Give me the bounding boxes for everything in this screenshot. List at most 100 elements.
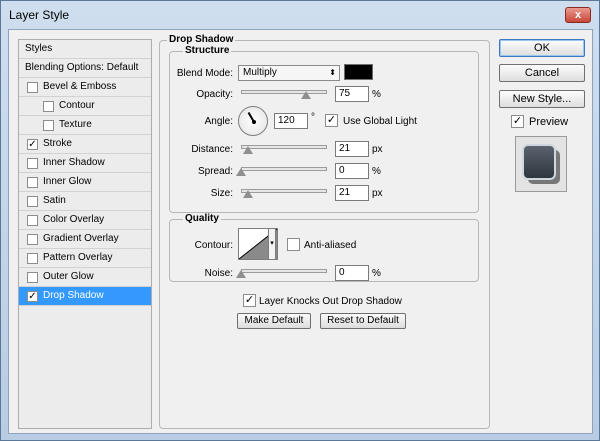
- styles-header[interactable]: Styles: [19, 40, 151, 59]
- contour-dropdown-arrow[interactable]: ▾: [268, 228, 276, 260]
- blending-options-item[interactable]: Blending Options: Default: [19, 59, 151, 78]
- style-item-label: Inner Shadow: [43, 157, 105, 168]
- size-slider-thumb[interactable]: [242, 190, 253, 198]
- distance-slider-thumb[interactable]: [242, 146, 253, 154]
- angle-dial[interactable]: [238, 106, 268, 136]
- style-item-checkbox[interactable]: [27, 272, 38, 283]
- style-item-checkbox[interactable]: [27, 196, 38, 207]
- style-item-label: Inner Glow: [43, 176, 92, 187]
- style-item[interactable]: Inner Glow: [19, 173, 151, 192]
- style-item-checkbox[interactable]: [27, 177, 38, 188]
- blend-mode-value: Multiply: [243, 67, 277, 78]
- style-item-checkbox[interactable]: [43, 101, 54, 112]
- noise-input[interactable]: 0: [335, 265, 369, 281]
- style-item[interactable]: Color Overlay: [19, 211, 151, 230]
- style-item[interactable]: Contour: [19, 97, 151, 116]
- style-item[interactable]: ✓ Stroke: [19, 135, 151, 154]
- dropdown-arrow-icon: ⬍: [329, 68, 336, 77]
- use-global-light-label: Use Global Light: [343, 116, 417, 127]
- style-item-checkbox[interactable]: [27, 253, 38, 264]
- style-item-label: Texture: [59, 119, 92, 130]
- style-item-checkbox[interactable]: ✓: [27, 139, 38, 150]
- style-item-label: Outer Glow: [43, 271, 94, 282]
- spread-slider[interactable]: [236, 164, 327, 176]
- size-slider[interactable]: [241, 186, 327, 198]
- contour-label: Contour:: [194, 240, 233, 251]
- opacity-input[interactable]: 75: [335, 86, 369, 102]
- preview-checkbox[interactable]: ✓: [511, 115, 524, 128]
- style-item[interactable]: Inner Shadow: [19, 154, 151, 173]
- quality-title: Quality: [183, 213, 221, 224]
- close-button[interactable]: x: [565, 7, 591, 23]
- style-item-label: Pattern Overlay: [43, 252, 113, 263]
- style-item-label: Bevel & Emboss: [43, 81, 117, 92]
- global-light-check-icon: ✓: [326, 114, 337, 126]
- window-title: Layer Style: [9, 8, 70, 22]
- noise-slider-track: [241, 269, 327, 273]
- layer-style-dialog: Layer Style x Styles Blending Options: D…: [0, 0, 600, 441]
- style-item[interactable]: Satin: [19, 192, 151, 211]
- style-item-label: Contour: [59, 100, 95, 111]
- style-preview-swatch: [522, 144, 560, 184]
- reset-to-default-button[interactable]: Reset to Default: [320, 313, 406, 329]
- spread-slider-track: [241, 167, 327, 171]
- angle-unit: °: [311, 112, 315, 123]
- noise-label: Noise:: [204, 268, 233, 279]
- anti-aliased-label: Anti-aliased: [304, 240, 357, 251]
- spread-label: Spread:: [197, 166, 233, 177]
- make-default-button[interactable]: Make Default: [237, 313, 311, 329]
- style-item[interactable]: Outer Glow: [19, 268, 151, 287]
- style-item-label: Drop Shadow: [43, 290, 104, 301]
- angle-input[interactable]: 120: [274, 113, 308, 129]
- style-item-checkbox[interactable]: [43, 120, 54, 131]
- size-label: Size:: [210, 188, 233, 199]
- knocks-out-check-icon: ✓: [244, 294, 255, 306]
- spread-input[interactable]: 0: [335, 163, 369, 179]
- structure-title: Structure: [183, 45, 232, 56]
- opacity-slider[interactable]: [241, 87, 327, 99]
- size-input[interactable]: 21: [335, 185, 369, 201]
- style-item[interactable]: Bevel & Emboss: [19, 78, 151, 97]
- check-icon: ✓: [28, 139, 37, 150]
- spread-unit: %: [372, 166, 381, 177]
- knocks-out-label: Layer Knocks Out Drop Shadow: [259, 296, 402, 307]
- use-global-light-checkbox[interactable]: ✓: [325, 114, 338, 127]
- style-item[interactable]: ✓ Drop Shadow: [19, 287, 151, 306]
- anti-aliased-checkbox[interactable]: [287, 238, 300, 251]
- angle-center-dot: [252, 120, 256, 124]
- drop-shadow-title: Drop Shadow: [167, 34, 236, 45]
- distance-label: Distance:: [191, 144, 233, 155]
- noise-slider-thumb[interactable]: [236, 270, 246, 278]
- distance-slider-track: [241, 145, 327, 149]
- style-item-checkbox[interactable]: [27, 215, 38, 226]
- knocks-out-checkbox[interactable]: ✓: [243, 294, 256, 307]
- ok-button[interactable]: OK: [499, 39, 585, 57]
- style-item-checkbox[interactable]: ✓: [27, 291, 38, 302]
- new-style-button[interactable]: New Style...: [499, 90, 585, 108]
- style-item[interactable]: Texture: [19, 116, 151, 135]
- style-item-label: Stroke: [43, 138, 72, 149]
- shadow-color-swatch[interactable]: [344, 64, 373, 80]
- style-item-checkbox[interactable]: [27, 234, 38, 245]
- blend-mode-select[interactable]: Multiply ⬍: [238, 65, 340, 81]
- distance-slider[interactable]: [241, 142, 327, 154]
- style-item[interactable]: Pattern Overlay: [19, 249, 151, 268]
- title-bar[interactable]: Layer Style x: [1, 1, 599, 29]
- size-slider-track: [241, 189, 327, 193]
- opacity-slider-track: [241, 90, 327, 94]
- style-item[interactable]: Gradient Overlay: [19, 230, 151, 249]
- opacity-slider-thumb[interactable]: [300, 91, 311, 99]
- dialog-body: Styles Blending Options: Default Bevel &…: [8, 29, 593, 434]
- noise-slider[interactable]: [236, 266, 327, 278]
- cancel-button[interactable]: Cancel: [499, 64, 585, 82]
- style-preview: [515, 136, 567, 192]
- style-item-checkbox[interactable]: [27, 82, 38, 93]
- style-item-label: Gradient Overlay: [43, 233, 119, 244]
- distance-unit: px: [372, 144, 383, 155]
- style-item-checkbox[interactable]: [27, 158, 38, 169]
- opacity-unit: %: [372, 89, 381, 100]
- spread-slider-thumb[interactable]: [236, 168, 246, 176]
- distance-input[interactable]: 21: [335, 141, 369, 157]
- blend-mode-label: Blend Mode:: [176, 68, 233, 79]
- preview-check-icon: ✓: [512, 115, 523, 127]
